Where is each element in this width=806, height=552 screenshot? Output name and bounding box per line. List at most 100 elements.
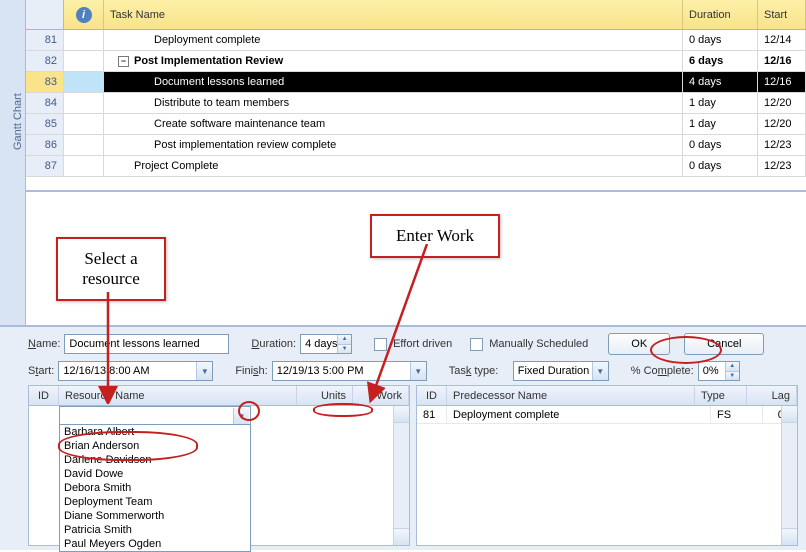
task-duration-cell[interactable]: 0 days <box>683 135 758 155</box>
task-duration-cell[interactable]: 1 day <box>683 93 758 113</box>
pred-name-cell: Deployment complete <box>447 406 711 423</box>
row-header-blank <box>26 0 64 29</box>
resource-option[interactable]: Patricia Smith <box>60 523 250 537</box>
name-label: Name: <box>28 338 60 350</box>
pred-id-cell: 81 <box>417 406 447 423</box>
duration-spinner[interactable]: ▲▼ <box>337 335 351 353</box>
ok-button[interactable]: OK <box>608 333 670 355</box>
task-duration-cell[interactable]: 4 days <box>683 72 758 92</box>
predecessor-row[interactable]: 81 Deployment complete FS 0d <box>417 406 797 424</box>
row-number: 81 <box>26 30 64 50</box>
task-grid: i Task Name Duration Start 81 Deployment … <box>26 0 806 192</box>
task-duration-cell[interactable]: 0 days <box>683 156 758 176</box>
start-date-dropdown-icon[interactable]: ▼ <box>196 362 212 380</box>
row-number: 82 <box>26 51 64 71</box>
task-row[interactable]: 81 Deployment complete0 days12/14 <box>26 30 806 51</box>
row-info-cell <box>64 93 104 113</box>
pred-type-header[interactable]: Type <box>695 386 747 405</box>
task-name-cell[interactable]: Create software maintenance team <box>104 114 683 134</box>
task-row[interactable]: 87 Project Complete0 days12/23 <box>26 156 806 177</box>
task-row[interactable]: 86 Post implementation review complete0 d… <box>26 135 806 156</box>
callout-select-resource: Select a resource <box>56 237 166 301</box>
resource-assignment-grid: ID Resource Name Units Work ▼ Barbara Al… <box>28 385 410 546</box>
task-start-cell[interactable]: 12/16 <box>758 51 806 71</box>
resource-option[interactable]: Darlene Davidson <box>60 453 250 467</box>
res-work-header[interactable]: Work <box>353 386 409 405</box>
resource-grid-scrollbar[interactable] <box>393 406 409 545</box>
duration-column-header[interactable]: Duration <box>683 0 758 29</box>
task-duration-cell[interactable]: 6 days <box>683 51 758 71</box>
finish-date-input[interactable] <box>272 361 427 381</box>
effort-driven-checkbox[interactable] <box>374 338 387 351</box>
task-start-cell[interactable]: 12/16 <box>758 72 806 92</box>
task-duration-cell[interactable]: 0 days <box>683 30 758 50</box>
row-number: 87 <box>26 156 64 176</box>
row-number: 84 <box>26 93 64 113</box>
task-name-cell[interactable]: −Post Implementation Review <box>104 51 683 71</box>
task-name-cell[interactable]: Distribute to team members <box>104 93 683 113</box>
task-start-cell[interactable]: 12/23 <box>758 135 806 155</box>
resource-option[interactable]: Brian Anderson <box>60 439 250 453</box>
start-label: Start: <box>28 365 54 377</box>
task-start-cell[interactable]: 12/14 <box>758 30 806 50</box>
task-row[interactable]: 84 Distribute to team members1 day12/20 <box>26 93 806 114</box>
task-start-cell[interactable]: 12/20 <box>758 114 806 134</box>
predecessor-grid: ID Predecessor Name Type Lag 81 Deployme… <box>416 385 798 546</box>
collapse-icon[interactable]: − <box>118 56 129 67</box>
predecessor-grid-scrollbar[interactable] <box>781 406 797 545</box>
gantt-chart-tab[interactable]: Gantt Chart <box>0 0 26 325</box>
tasktype-label: Task type: <box>449 365 509 377</box>
task-start-cell[interactable]: 12/20 <box>758 93 806 113</box>
gantt-chart-label: Gantt Chart <box>12 93 24 150</box>
pred-type-cell: FS <box>711 406 763 423</box>
percent-complete-spinner[interactable]: ▲▼ <box>725 362 739 380</box>
task-grid-header: i Task Name Duration Start <box>26 0 806 30</box>
manually-scheduled-checkbox[interactable] <box>470 338 483 351</box>
task-grid-body: 81Deployment complete0 days12/1482−Post … <box>26 30 806 177</box>
row-info-cell <box>64 72 104 92</box>
resource-dropdown-list[interactable]: Barbara AlbertBrian AndersonDarlene Davi… <box>60 425 250 551</box>
resource-option[interactable]: Barbara Albert <box>60 425 250 439</box>
row-info-cell <box>64 30 104 50</box>
resource-dropdown-icon[interactable]: ▼ <box>233 408 249 424</box>
task-duration-cell[interactable]: 1 day <box>683 114 758 134</box>
row-number: 86 <box>26 135 64 155</box>
task-row[interactable]: 85 Create software maintenance team1 day1… <box>26 114 806 135</box>
resource-option[interactable]: Debora Smith <box>60 481 250 495</box>
manually-scheduled-label: Manually Scheduled <box>489 338 588 350</box>
start-column-header[interactable]: Start <box>758 0 806 29</box>
row-number: 85 <box>26 114 64 134</box>
resource-dropdown-selected[interactable]: ▼ <box>60 407 250 425</box>
resource-dropdown[interactable]: ▼ Barbara AlbertBrian AndersonDarlene Da… <box>59 406 251 552</box>
duration-label: Duration: <box>251 338 296 350</box>
res-id-header[interactable]: ID <box>29 386 59 405</box>
task-name-input[interactable] <box>64 334 229 354</box>
info-column-header[interactable]: i <box>64 0 104 29</box>
task-name-cell[interactable]: Post implementation review complete <box>104 135 683 155</box>
pred-lag-header[interactable]: Lag <box>747 386 797 405</box>
res-name-header[interactable]: Resource Name <box>59 386 297 405</box>
pred-id-header[interactable]: ID <box>417 386 447 405</box>
cancel-button[interactable]: Cancel <box>684 333 764 355</box>
finish-date-dropdown-icon[interactable]: ▼ <box>410 362 426 380</box>
resource-option[interactable]: Diane Sommerworth <box>60 509 250 523</box>
task-name-cell[interactable]: Deployment complete <box>104 30 683 50</box>
task-row[interactable]: 82 −Post Implementation Review6 days12/16 <box>26 51 806 72</box>
taskname-column-header[interactable]: Task Name <box>104 0 683 29</box>
row-number: 83 <box>26 72 64 92</box>
percent-complete-label: % Complete: <box>631 365 694 377</box>
task-detail-panel: Name: Duration: ▲▼ Effort driven Manuall… <box>0 325 806 550</box>
resource-option[interactable]: Paul Meyers Ogden <box>60 537 250 551</box>
start-date-input[interactable] <box>58 361 213 381</box>
task-name-cell[interactable]: Project Complete <box>104 156 683 176</box>
tasktype-dropdown-icon[interactable]: ▼ <box>592 362 608 380</box>
task-name-cell[interactable]: Document lessons learned <box>104 72 683 92</box>
resource-option[interactable]: Deployment Team <box>60 495 250 509</box>
task-row[interactable]: 83 Document lessons learned4 days12/16 <box>26 72 806 93</box>
pred-name-header[interactable]: Predecessor Name <box>447 386 695 405</box>
finish-label: Finish: <box>235 365 267 377</box>
task-start-cell[interactable]: 12/23 <box>758 156 806 176</box>
res-units-header[interactable]: Units <box>297 386 353 405</box>
resource-option[interactable]: David Dowe <box>60 467 250 481</box>
row-info-cell <box>64 156 104 176</box>
